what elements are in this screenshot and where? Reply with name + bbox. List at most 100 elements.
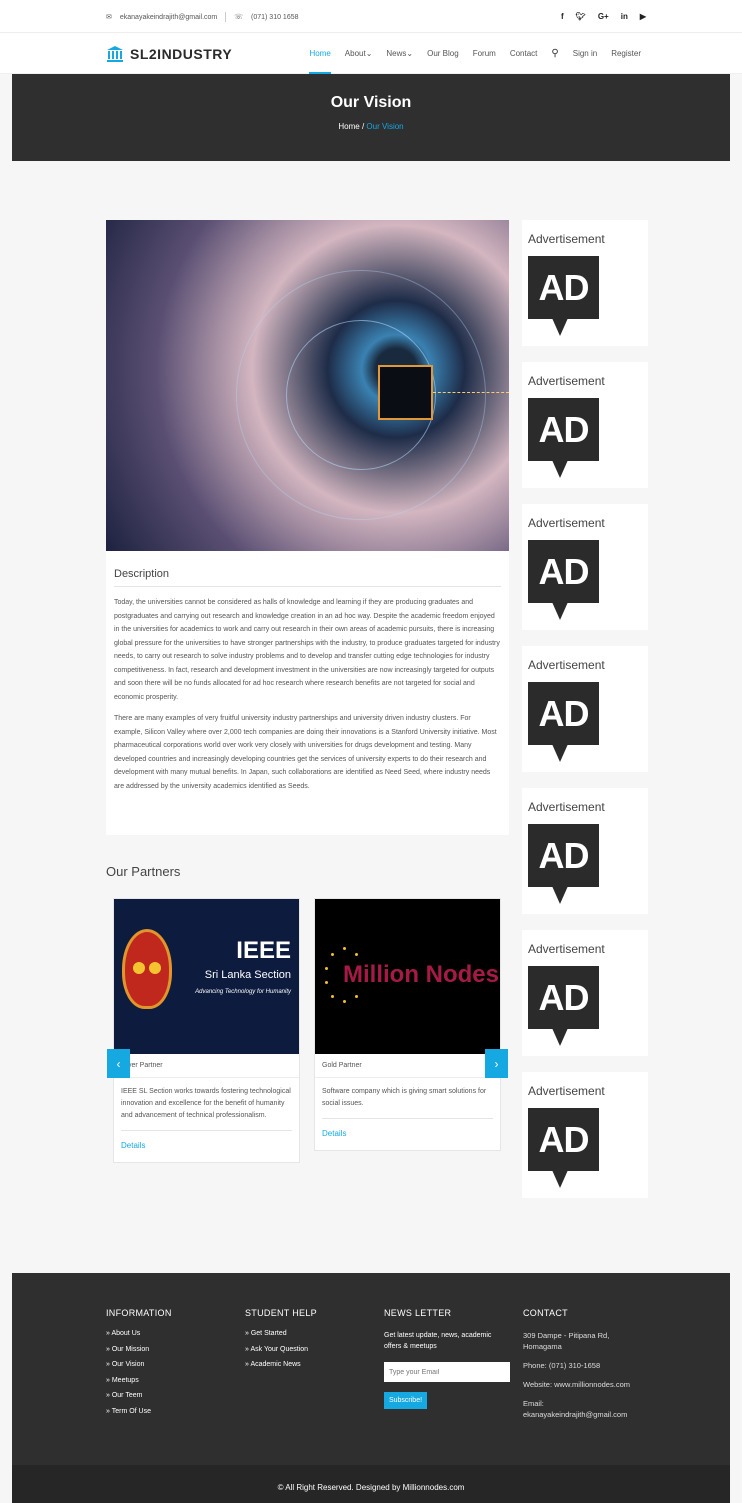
ad-icon: AD (528, 682, 599, 745)
breadcrumb-home[interactable]: Home (338, 122, 359, 131)
partner-type: ver Partner (114, 1054, 299, 1078)
description-paragraph: Today, the universities cannot be consid… (114, 599, 500, 701)
nav-contact[interactable]: Contact (510, 33, 538, 74)
millionnodes-logo-text: Million Nodes (343, 961, 499, 988)
footer-heading: NEWS LETTER (384, 1308, 452, 1318)
search-icon[interactable]: ⚲ (551, 33, 558, 74)
newsletter-email-input[interactable] (384, 1362, 510, 1382)
partner-card-millionnodes[interactable]: Million Nodes Gold Partner Software comp… (314, 898, 501, 1151)
footer-link[interactable]: » Term Of Use (106, 1408, 172, 1415)
building-icon (107, 46, 123, 62)
divider (225, 12, 227, 22)
social-links: f 🐦︎ G+ in ▶ (561, 12, 646, 21)
chevron-left-icon: ‹ (116, 1056, 121, 1071)
nav-blog[interactable]: Our Blog (427, 33, 459, 74)
contact-address: 309 Dampe - Pitipana Rd, Homagama (523, 1331, 610, 1351)
site-footer: INFORMATION » About Us » Our Mission » O… (12, 1273, 730, 1465)
ieee-logo-text: IEEE (236, 937, 291, 964)
nav-about[interactable]: About ⌄ (345, 33, 373, 74)
footer-link[interactable]: » Meetups (106, 1377, 172, 1384)
contact-email[interactable]: Email: ekanayakeindrajith@gmail.com (523, 1398, 643, 1420)
ad-icon: AD (528, 966, 599, 1029)
advertisement-box[interactable]: Advertisement AD (522, 788, 648, 914)
partner-card-ieee[interactable]: IEEE Sri Lanka Section Advancing Technol… (113, 898, 300, 1163)
partner-description: IEEE SL Section works towards fostering … (121, 1088, 291, 1119)
footer-heading: INFORMATION (106, 1308, 172, 1318)
advertisement-box[interactable]: Advertisement AD (522, 930, 648, 1056)
advertisement-box[interactable]: Advertisement AD (522, 362, 648, 488)
advertisement-label: Advertisement (528, 516, 605, 530)
advertisement-label: Advertisement (528, 800, 605, 814)
millionnodes-logo-image: Million Nodes (315, 899, 500, 1054)
chevron-down-icon: ⌄ (406, 49, 414, 58)
footer-link[interactable]: » Our Mission (106, 1346, 172, 1353)
description-title: Description (114, 568, 170, 580)
carousel-next-button[interactable]: › (485, 1049, 508, 1078)
description-body: Today, the universities cannot be consid… (114, 596, 501, 801)
footer-link[interactable]: » Academic News (245, 1361, 317, 1368)
advertisement-box[interactable]: Advertisement AD (522, 1072, 648, 1198)
top-contact: ✉ ekanayakeindrajith@gmail.com ☏ (071) 3… (106, 12, 299, 22)
description-paragraph: There are many examples of very fruitful… (114, 715, 497, 790)
footer-student-help: STUDENT HELP » Get Started » Ask Your Qu… (245, 1308, 317, 1377)
partner-details-link[interactable]: Details (114, 1131, 299, 1162)
main-nav: Home About ⌄ News ⌄ Our Blog Forum Contact… (309, 33, 641, 74)
newsletter-text: Get latest update, news, academic offers… (384, 1332, 492, 1350)
subscribe-button[interactable]: Subscribe! (384, 1392, 427, 1409)
ieee-logo-sub: Sri Lanka Section (204, 969, 291, 981)
footer-link[interactable]: » Ask Your Question (245, 1346, 317, 1353)
top-bar: ✉ ekanayakeindrajith@gmail.com ☏ (071) 3… (0, 0, 742, 33)
hero-eye-image (106, 220, 509, 551)
ad-icon: AD (528, 1108, 599, 1171)
divider (114, 586, 501, 587)
nav-home[interactable]: Home (309, 33, 332, 74)
top-phone[interactable]: (071) 310 1658 (251, 14, 298, 21)
breadcrumb: Home / Our Vision (12, 122, 730, 131)
footer-heading: STUDENT HELP (245, 1308, 317, 1318)
footer-contact: CONTACT 309 Dampe - Pitipana Rd, Homagam… (523, 1308, 643, 1428)
chevron-down-icon: ⌄ (365, 49, 373, 58)
footer-link[interactable]: » About Us (106, 1330, 172, 1337)
nav-forum[interactable]: Forum (473, 33, 496, 74)
advertisement-label: Advertisement (528, 1084, 605, 1098)
advertisement-box[interactable]: Advertisement AD (522, 220, 648, 346)
nav-about-label: About (344, 49, 366, 58)
site-logo[interactable]: SL2INDUSTRY (106, 45, 232, 63)
advertisement-label: Advertisement (528, 232, 605, 246)
advertisement-box[interactable]: Advertisement AD (522, 646, 648, 772)
footer-link[interactable]: » Our Teem (106, 1392, 172, 1399)
nav-news-label: News (386, 49, 407, 58)
envelope-icon: ✉ (106, 14, 112, 21)
vision-card: Description Today, the universities cann… (106, 220, 509, 835)
ad-icon: AD (528, 540, 599, 603)
brand-name: SL2INDUSTRY (130, 46, 233, 62)
footer-link[interactable]: » Get Started (245, 1330, 317, 1337)
carousel-prev-button[interactable]: ‹ (107, 1049, 130, 1078)
ieee-logo-tagline: Advancing Technology for Humanity (195, 989, 291, 995)
footer-information: INFORMATION » About Us » Our Mission » O… (106, 1308, 172, 1423)
nav-news[interactable]: News ⌄ (386, 33, 413, 74)
nav-register[interactable]: Register (611, 33, 641, 74)
partner-details-link[interactable]: Details (315, 1119, 500, 1150)
partner-type: Gold Partner (315, 1054, 500, 1078)
twitter-icon[interactable]: 🐦︎ (576, 12, 586, 21)
nav-signin[interactable]: Sign in (573, 33, 597, 74)
google-plus-icon[interactable]: G+ (598, 12, 609, 21)
ad-icon: AD (528, 824, 599, 887)
footer-heading: CONTACT (523, 1308, 568, 1318)
ad-icon: AD (528, 256, 599, 319)
advertisement-box[interactable]: Advertisement AD (522, 504, 648, 630)
partner-description: Software company which is giving smart s… (322, 1088, 487, 1107)
advertisement-label: Advertisement (528, 658, 605, 672)
linkedin-icon[interactable]: in (621, 12, 628, 21)
partners-title: Our Partners (106, 864, 181, 879)
facebook-icon[interactable]: f (561, 12, 564, 21)
contact-website[interactable]: Website: www.millionnodes.com (523, 1379, 643, 1390)
top-email[interactable]: ekanayakeindrajith@gmail.com (120, 14, 217, 21)
page-title: Our Vision (330, 94, 412, 111)
youtube-icon[interactable]: ▶ (640, 12, 646, 21)
footer-newsletter: NEWS LETTER Get latest update, news, aca… (384, 1308, 510, 1409)
breadcrumb-current: Our Vision (366, 122, 404, 131)
footer-link[interactable]: » Our Vision (106, 1361, 172, 1368)
pupil (378, 365, 433, 420)
